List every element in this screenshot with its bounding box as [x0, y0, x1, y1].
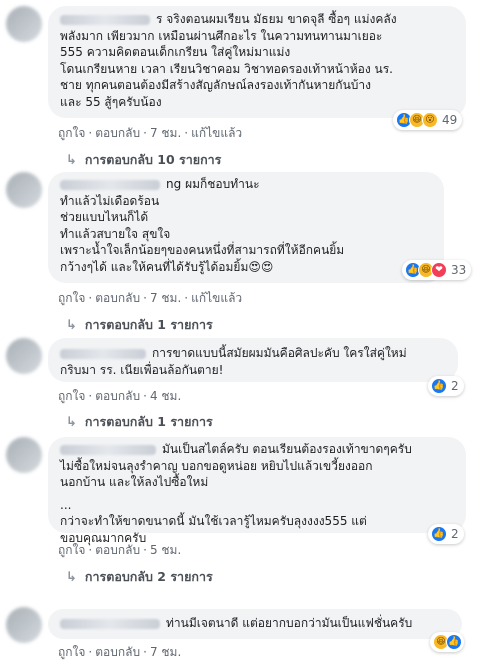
edited-label: แก้ไขแล้ว	[191, 126, 243, 140]
reply-link[interactable]: ตอบกลับ	[95, 126, 140, 140]
comment-text: ไม่ซื้อใหม่จนลุงรำคาญ บอกขอดูหน่อย หยิบไ…	[60, 458, 373, 473]
commenter-name-text[interactable]: ng	[166, 177, 181, 191]
comment-actions: ถูกใจ · ตอบกลับ · 7 ชม.	[58, 645, 182, 659]
comment-text: ชาย ทุกคนตอนต้องมีสร้างสัญลักษณ์ลงรองเท้…	[60, 78, 371, 92]
reaction-summary[interactable]: 👍 2	[428, 376, 464, 396]
view-replies-link[interactable]: ↳ การตอบกลับ 2 รายการ	[66, 567, 213, 587]
reaction-summary[interactable]: 😆 👍	[430, 632, 464, 652]
reply-arrow-icon: ↳	[66, 569, 77, 585]
timestamp[interactable]: 7 ชม.	[150, 126, 181, 140]
avatar[interactable]	[6, 607, 42, 643]
comment-text: นอกบ้าน และให้ลงไปซื้อใหม่	[60, 475, 209, 489]
comment-text: กว้างๆได้ และให้คนที่ได้รับรู้ได้อมยิ้ม😍…	[60, 259, 274, 274]
replies-label[interactable]: การตอบกลับ 2 รายการ	[85, 567, 213, 587]
comment-text: ...	[60, 497, 72, 512]
reply-arrow-icon: ↳	[66, 152, 77, 168]
like-link[interactable]: ถูกใจ	[58, 543, 85, 557]
reaction-summary[interactable]: 👍 😆 ❤ 33	[402, 260, 472, 280]
commenter-name[interactable]	[60, 179, 160, 190]
avatar[interactable]	[6, 6, 42, 42]
comment-actions: ถูกใจ · ตอบกลับ · 7 ชม. · แก้ไขแล้ว	[58, 126, 243, 140]
wow-icon: 😮	[422, 112, 438, 128]
reaction-summary[interactable]: 👍 2	[428, 524, 464, 544]
like-icon: 👍	[446, 634, 462, 650]
avatar[interactable]	[6, 172, 42, 208]
commenter-name[interactable]	[60, 14, 150, 25]
comment-text: โดนเกรียนหาย เวลา เรียนวิชาคอม วิชาทอดรอ…	[60, 61, 393, 76]
replies-label[interactable]: การตอบกลับ 1 รายการ	[85, 315, 213, 335]
view-replies-link[interactable]: ↳ การตอบกลับ 1 รายการ	[66, 412, 213, 432]
comment-text: ทำแล้วไม่เดือดร้อน	[60, 193, 160, 208]
reaction-count: 2	[451, 379, 459, 393]
avatar[interactable]	[6, 437, 42, 473]
view-replies-link[interactable]: ↳ การตอบกลับ 1 รายการ	[66, 315, 213, 335]
comment-actions: ถูกใจ · ตอบกลับ · 5 ชม.	[58, 543, 182, 557]
reply-arrow-icon: ↳	[66, 317, 77, 333]
love-icon: ❤	[431, 262, 447, 278]
like-link[interactable]: ถูกใจ	[58, 126, 85, 140]
comment-bubble: ng ผมก็ชอบทำนะ ทำแล้วไม่เดือดร้อน ช่วยแบ…	[48, 172, 444, 283]
like-icon: 👍	[431, 378, 447, 394]
comment-text: ทำแล้วสบายใจ สุขใจ	[60, 226, 171, 241]
like-link[interactable]: ถูกใจ	[58, 389, 85, 403]
commenter-name[interactable]	[60, 618, 160, 629]
comment-text: ช่วยแบบไหนก็ได้	[60, 210, 149, 224]
reaction-count: 2	[451, 527, 459, 541]
reaction-count: 49	[442, 113, 458, 127]
reply-link[interactable]: ตอบกลับ	[95, 645, 140, 659]
comment-text: พลังมาก เพียวมาก เหมือนผ่านศึกอะไร ในควา…	[60, 28, 383, 43]
reaction-summary[interactable]: 👍 😆 😮 49	[393, 110, 463, 130]
timestamp[interactable]: 5 ชม.	[150, 543, 181, 557]
commenter-name[interactable]	[60, 348, 146, 359]
like-link[interactable]: ถูกใจ	[58, 291, 85, 305]
edited-label: แก้ไขแล้ว	[191, 291, 243, 305]
comment-text: เพราะน้ำใจเล็กน้อยๆของคนหนึ่งที่สามารถที…	[60, 243, 345, 257]
replies-label[interactable]: การตอบกลับ 1 รายการ	[85, 412, 213, 432]
comment-text: ผมก็ชอบทำนะ	[185, 177, 260, 191]
comment-actions: ถูกใจ · ตอบกลับ · 4 ชม.	[58, 389, 182, 403]
comment-bubble: การขาดแบบนี้สมัยผมมันคือศิลปะคับ ใครใส่ค…	[48, 338, 458, 382]
timestamp[interactable]: 4 ชม.	[150, 389, 181, 403]
comment-text: 555 ความคิดตอนเด็กเกรียน ใส่คู่ใหม่มาแม่…	[60, 45, 291, 59]
comment-text: ท่านมีเจตนาดี แต่อยากบอกว่ามันเป็นแฟชั่น…	[166, 616, 413, 630]
comment-text: กว่าจะทำให้ขาดขนาดนี้ มันใช้เวลารู้ไหมคร…	[60, 514, 367, 528]
like-icon: 👍	[431, 526, 447, 542]
comment-text: จริงตอนผมเรียน มัธยม ขาดจุลี ซื้อๆ แม่งค…	[166, 12, 397, 26]
like-link[interactable]: ถูกใจ	[58, 645, 85, 659]
comment-text: กริบมา รร. เนียเพื่อนล้อกันตาย!	[60, 362, 224, 377]
comment-text: การขาดแบบนี้สมัยผมมันคือศิลปะคับ ใครใส่ค…	[152, 346, 407, 360]
comment-text: และ 55 สู้ๆครับน้อง	[60, 94, 162, 109]
comment-text: มันเป็นสไตล์ครับ ตอนเรียนต้องรองเท้าขาดๆ…	[162, 442, 412, 456]
timestamp[interactable]: 7 ชม.	[150, 291, 181, 305]
commenter-name-text[interactable]: ร	[156, 12, 162, 26]
reply-link[interactable]: ตอบกลับ	[95, 389, 140, 403]
avatar[interactable]	[6, 338, 42, 374]
reply-link[interactable]: ตอบกลับ	[95, 543, 140, 557]
comment-bubble: มันเป็นสไตล์ครับ ตอนเรียนต้องรองเท้าขาดๆ…	[48, 437, 466, 545]
replies-label[interactable]: การตอบกลับ 10 รายการ	[85, 150, 221, 170]
reply-link[interactable]: ตอบกลับ	[95, 291, 140, 305]
view-replies-link[interactable]: ↳ การตอบกลับ 10 รายการ	[66, 150, 221, 170]
comment-actions: ถูกใจ · ตอบกลับ · 7 ชม. · แก้ไขแล้ว	[58, 291, 243, 305]
commenter-name[interactable]	[60, 444, 156, 455]
timestamp[interactable]: 7 ชม.	[150, 645, 181, 659]
comment-bubble: ท่านมีเจตนาดี แต่อยากบอกว่ามันเป็นแฟชั่น…	[48, 609, 462, 639]
comment-bubble: ร จริงตอนผมเรียน มัธยม ขาดจุลี ซื้อๆ แม่…	[48, 6, 466, 118]
reaction-count: 33	[451, 263, 467, 277]
reply-arrow-icon: ↳	[66, 414, 77, 430]
